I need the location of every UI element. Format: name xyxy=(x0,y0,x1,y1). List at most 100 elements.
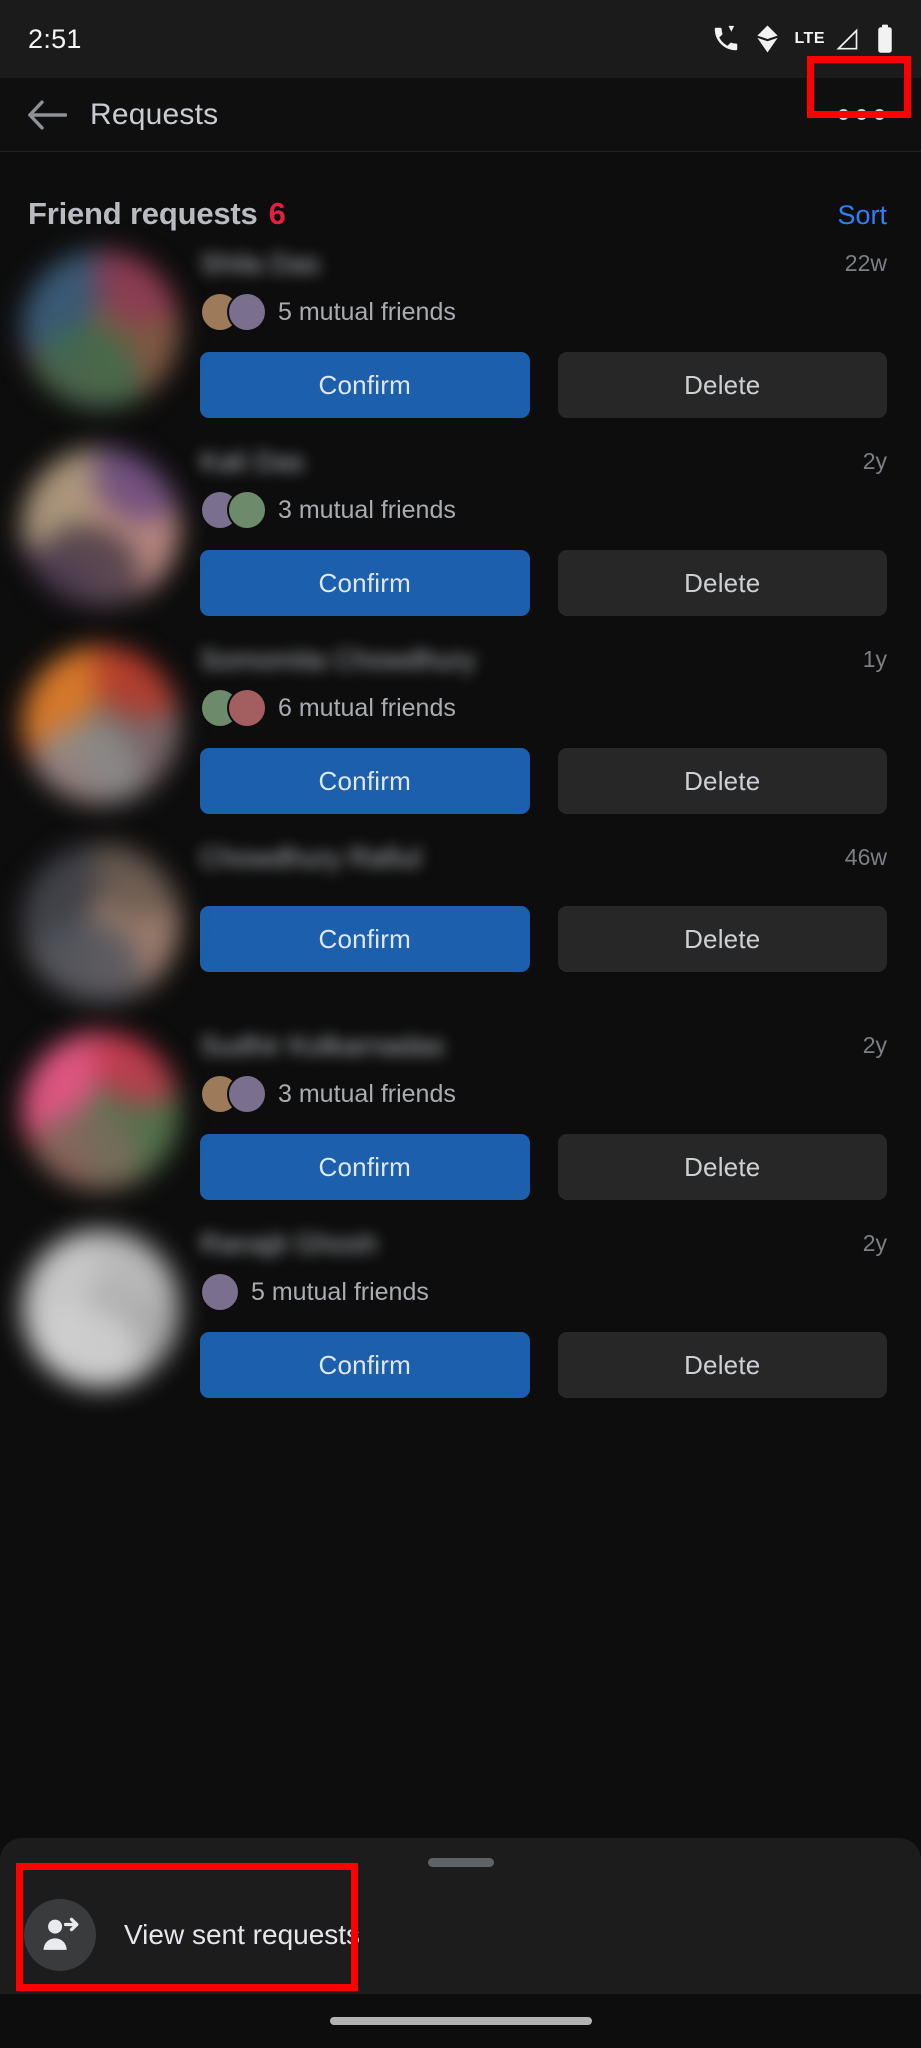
view-sent-requests-label: View sent requests xyxy=(124,1919,361,1950)
drag-handle[interactable] xyxy=(427,1858,494,1867)
person-arrow-icon xyxy=(24,1899,96,1971)
request-timestamp: 1y xyxy=(862,646,887,672)
friend-request-row[interactable]: Chowdhury Rafiul 46w Confirm Delete xyxy=(0,836,921,1002)
status-bar: 2:51 LTE xyxy=(0,0,921,78)
mutual-friends-line: 3 mutual friends xyxy=(200,490,887,530)
mutual-friends-text: 3 mutual friends xyxy=(278,495,456,524)
requester-name[interactable]: Kali Das xyxy=(200,440,304,482)
overflow-menu-wrap xyxy=(807,55,911,142)
mutual-friends-text: 5 mutual friends xyxy=(278,297,456,326)
requester-name[interactable]: Somomita Chowdhury xyxy=(200,638,475,680)
mutual-friend-avatar xyxy=(227,1074,267,1114)
delete-button[interactable]: Delete xyxy=(557,1332,887,1398)
avatar[interactable] xyxy=(22,646,180,804)
mutual-friends-text: 5 mutual friends xyxy=(251,1277,429,1306)
confirm-button[interactable]: Confirm xyxy=(200,906,530,972)
request-timestamp: 2y xyxy=(862,1230,887,1256)
requester-name[interactable]: Ranajit Ghosh xyxy=(200,1222,377,1264)
menu-dot-icon xyxy=(873,109,885,120)
mutual-friend-avatar xyxy=(227,292,267,332)
request-timestamp: 22w xyxy=(844,250,887,276)
friend-request-body: Ranajit Ghosh 2y 5 mutual friends Confirm De… xyxy=(180,1222,887,1398)
mutual-friend-avatars xyxy=(200,688,267,728)
delete-button[interactable]: Delete xyxy=(557,352,887,418)
friend-request-body: Shila Das 22w 5 mutual friends Confirm Delet… xyxy=(180,242,887,418)
confirm-button[interactable]: Confirm xyxy=(200,352,530,418)
status-icons: LTE xyxy=(711,24,895,54)
action-button-row: Confirm Delete xyxy=(200,906,887,972)
mutual-friend-avatar xyxy=(200,1272,240,1312)
vpn-key-icon xyxy=(754,24,781,54)
action-button-row: Confirm Delete xyxy=(200,352,887,418)
avatar[interactable] xyxy=(22,1230,180,1388)
view-sent-requests-row[interactable]: View sent requests xyxy=(0,1863,921,1997)
delete-button[interactable]: Delete xyxy=(557,906,887,972)
friend-request-row[interactable]: Kali Das 2y 3 mutual friends Confirm Delete xyxy=(0,440,921,616)
requester-name[interactable]: Shila Das xyxy=(200,242,320,284)
name-line: Chowdhury Rafiul 46w xyxy=(200,836,887,878)
action-button-row: Confirm Delete xyxy=(200,550,887,616)
name-line: Somomita Chowdhury 1y xyxy=(200,638,887,680)
friend-request-body: Sudhir Kolkarnadas 2y 3 mutual friends Conf… xyxy=(180,1024,887,1200)
gesture-pill[interactable] xyxy=(329,2017,592,2025)
name-line: Shila Das 22w xyxy=(200,242,887,284)
avatar[interactable] xyxy=(22,844,180,1002)
friend-request-row[interactable]: Sudhir Kolkarnadas 2y 3 mutual friends Conf… xyxy=(0,1024,921,1200)
action-button-row: Confirm Delete xyxy=(200,1332,887,1398)
lte-label: LTE xyxy=(794,30,825,47)
android-nav-bar xyxy=(0,1994,921,2048)
friend-request-body: Kali Das 2y 3 mutual friends Confirm Delete xyxy=(180,440,887,616)
call-icon xyxy=(711,24,741,54)
confirm-button[interactable]: Confirm xyxy=(200,748,530,814)
section-header: Friend requests 6 Sort xyxy=(0,152,921,242)
mutual-friends-line: 6 mutual friends xyxy=(200,688,887,728)
confirm-button[interactable]: Confirm xyxy=(200,550,530,616)
battery-icon xyxy=(875,24,895,54)
mutual-friend-avatars xyxy=(200,292,267,332)
friend-request-body: Chowdhury Rafiul 46w Confirm Delete xyxy=(180,836,887,1002)
mutual-friends-text: 3 mutual friends xyxy=(278,1079,456,1108)
overflow-menu-button[interactable] xyxy=(823,88,899,142)
mutual-friend-avatars xyxy=(200,490,267,530)
app-bar: Requests xyxy=(0,55,921,152)
requester-name[interactable]: Sudhir Kolkarnadas xyxy=(200,1024,444,1066)
delete-button[interactable]: Delete xyxy=(557,1134,887,1200)
avatar[interactable] xyxy=(22,250,180,408)
delete-button[interactable]: Delete xyxy=(557,550,887,616)
request-timestamp: 2y xyxy=(862,1032,887,1058)
mutual-friend-avatar xyxy=(227,688,267,728)
section-title: Friend requests xyxy=(28,196,258,231)
confirm-button[interactable]: Confirm xyxy=(200,1134,530,1200)
mutual-friends-line: 5 mutual friends xyxy=(200,292,887,332)
name-line: Ranajit Ghosh 2y xyxy=(200,1222,887,1264)
request-timestamp: 2y xyxy=(862,448,887,474)
status-time: 2:51 xyxy=(28,23,82,54)
menu-dot-icon xyxy=(855,109,867,120)
friend-request-body: Somomita Chowdhury 1y 6 mutual friends Conf… xyxy=(180,638,887,814)
friend-request-row[interactable]: Ranajit Ghosh 2y 5 mutual friends Confirm De… xyxy=(0,1222,921,1398)
menu-dot-icon xyxy=(837,109,849,120)
avatar[interactable] xyxy=(22,1032,180,1190)
delete-button[interactable]: Delete xyxy=(557,748,887,814)
requester-name[interactable]: Chowdhury Rafiul xyxy=(200,836,421,878)
phone-screen: 2:51 LTE Requests Friend requests 6 Sort… xyxy=(0,0,921,2048)
name-line: Sudhir Kolkarnadas 2y xyxy=(200,1024,887,1066)
signal-icon xyxy=(834,25,862,53)
page-title: Requests xyxy=(90,97,219,131)
mutual-friends-text: 6 mutual friends xyxy=(278,693,456,722)
action-button-row: Confirm Delete xyxy=(200,1134,887,1200)
friend-request-row[interactable]: Shila Das 22w 5 mutual friends Confirm Delet… xyxy=(0,242,921,418)
avatar[interactable] xyxy=(22,448,180,606)
mutual-friend-avatars xyxy=(200,1074,267,1114)
sort-link[interactable]: Sort xyxy=(837,200,887,231)
mutual-friend-avatar xyxy=(227,490,267,530)
name-line: Kali Das 2y xyxy=(200,440,887,482)
friend-request-count-badge: 6 xyxy=(268,196,286,231)
friend-request-row[interactable]: Somomita Chowdhury 1y 6 mutual friends Conf… xyxy=(0,638,921,814)
back-button[interactable] xyxy=(24,92,70,138)
mutual-friends-line: 5 mutual friends xyxy=(200,1272,887,1312)
back-arrow-icon xyxy=(28,99,67,130)
request-timestamp: 46w xyxy=(844,844,887,870)
confirm-button[interactable]: Confirm xyxy=(200,1332,530,1398)
requests-content: Friend requests 6 Sort Shila Das 22w 5 mut… xyxy=(0,152,921,2048)
